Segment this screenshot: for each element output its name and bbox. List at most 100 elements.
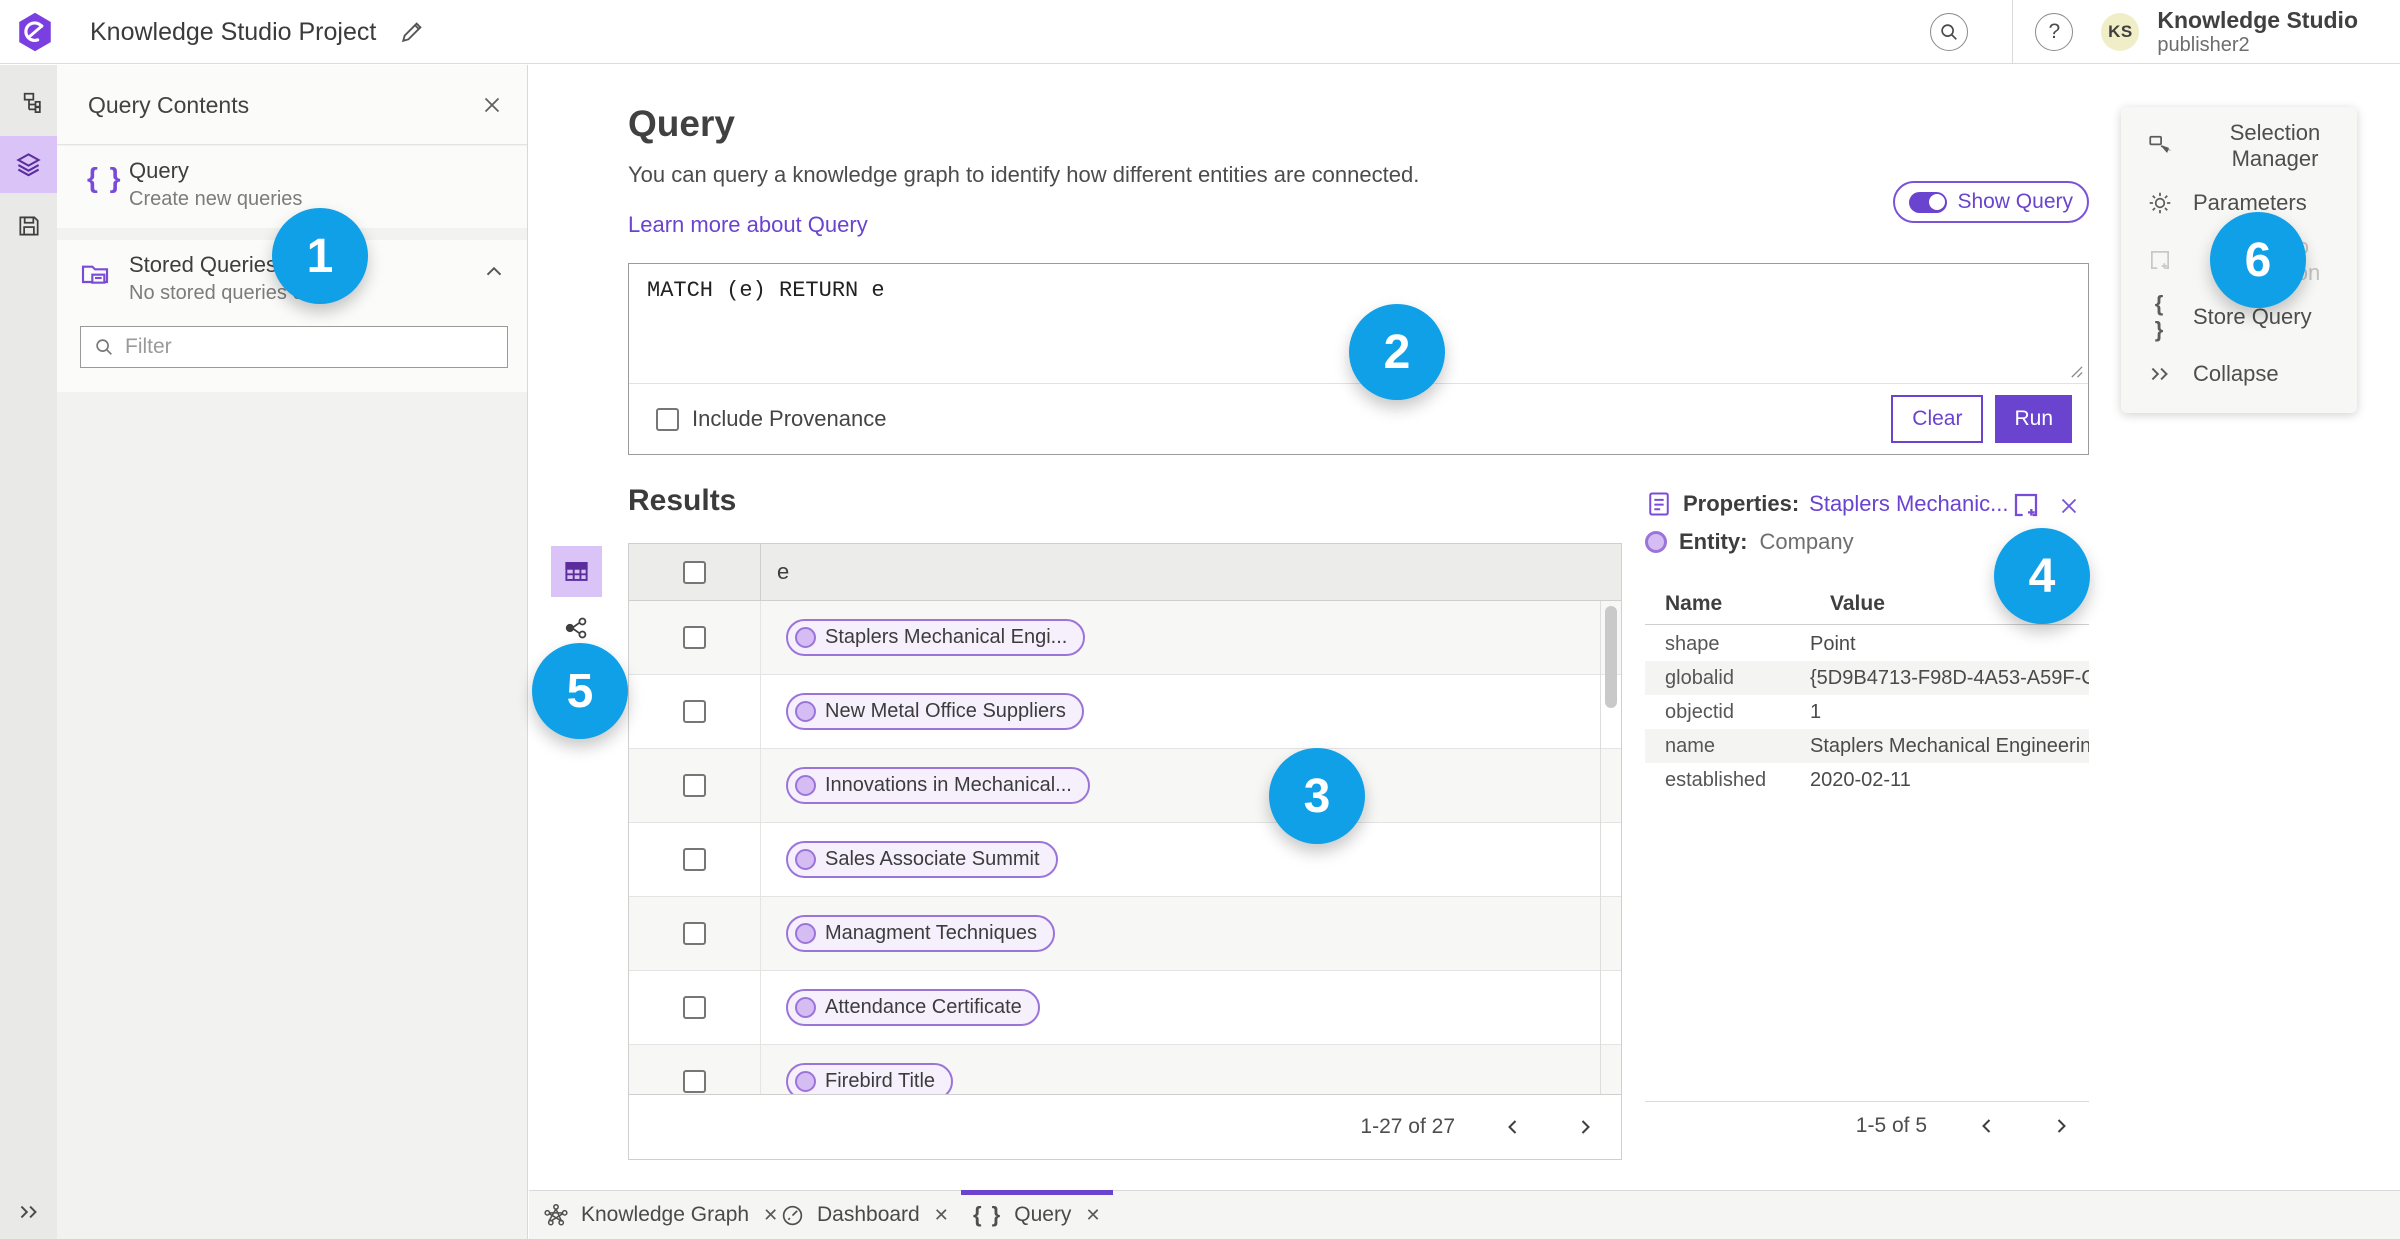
query-item-subtitle: Create new queries	[129, 188, 303, 210]
table-row[interactable]: Firebird Title	[629, 1045, 1621, 1094]
tab-label: Dashboard	[817, 1203, 920, 1226]
tab-knowledge-graph[interactable]: Knowledge Graph ✕	[531, 1191, 790, 1239]
panel-header: Query Contents	[57, 65, 527, 145]
properties-table: shape Point globalid {5D9B4713-F98D-4A53…	[1645, 627, 2089, 797]
braces-icon: { }	[973, 1202, 1003, 1227]
entity-type-value: Company	[1759, 529, 1854, 554]
table-row[interactable]: Staplers Mechanical Engi...	[629, 601, 1621, 675]
filter-field	[80, 326, 508, 368]
row-checkbox[interactable]	[683, 1070, 706, 1093]
user-name: publisher2	[2157, 33, 2250, 56]
filter-search-icon	[93, 336, 115, 358]
scrollbar-thumb[interactable]	[1605, 606, 1617, 708]
query-item-title: Query	[129, 158, 189, 183]
properties-next-page-button[interactable]	[2047, 1112, 2075, 1140]
query-description: You can query a knowledge graph to ident…	[628, 162, 1420, 187]
entity-dot-icon	[795, 701, 816, 722]
table-row[interactable]: Sales Associate Summit	[629, 823, 1621, 897]
help-icon: ?	[2048, 20, 2061, 43]
entity-pill[interactable]: Managment Techniques	[786, 915, 1055, 952]
selection-manager-item[interactable]: Selection Manager	[2121, 120, 2357, 171]
tab-close-icon[interactable]: ✕	[934, 1205, 949, 1226]
entity-pill[interactable]: Firebird Title	[786, 1063, 954, 1094]
panel-close-button[interactable]	[479, 91, 507, 119]
query-editor-footer: Include Provenance Clear Run	[629, 383, 2088, 454]
results-pagination: 1-27 of 27	[629, 1094, 1621, 1159]
entity-pill[interactable]: Attendance Certificate	[786, 989, 1040, 1026]
include-provenance-checkbox[interactable]	[656, 407, 679, 431]
pencil-icon	[401, 22, 422, 43]
entity-dot-icon	[795, 849, 816, 870]
entity-dot-icon	[795, 627, 816, 648]
results-next-page-button[interactable]	[1571, 1113, 1599, 1141]
row-checkbox[interactable]	[683, 700, 706, 723]
properties-close-button[interactable]	[2054, 491, 2084, 521]
add-to-selection-icon	[2014, 493, 2038, 517]
page-title: Query	[628, 103, 735, 144]
contents-rail-button[interactable]	[0, 136, 57, 193]
table-row[interactable]: New Metal Office Suppliers	[629, 675, 1621, 749]
user-block[interactable]: Knowledge Studio publisher2	[2157, 7, 2358, 56]
property-row[interactable]: shape Point	[1645, 627, 2089, 661]
properties-entity-link[interactable]: Staplers Mechanic...	[1809, 491, 2008, 517]
callout-badge-3: 3	[1269, 748, 1365, 844]
help-button[interactable]: ?	[2035, 13, 2074, 51]
tab-query[interactable]: { } Query ✕	[961, 1190, 1113, 1239]
property-row[interactable]: objectid 1	[1645, 695, 2089, 729]
entity-pill[interactable]: Innovations in Mechanical...	[786, 767, 1090, 804]
search-button[interactable]	[1930, 13, 1969, 51]
callout-badge-2: 2	[1349, 304, 1445, 400]
collapse-section-button[interactable]	[481, 258, 509, 286]
filter-input[interactable]	[125, 335, 495, 359]
tab-close-icon[interactable]: ✕	[1085, 1205, 1100, 1226]
row-checkbox[interactable]	[683, 922, 706, 945]
save-icon	[18, 215, 39, 236]
clear-button[interactable]: Clear	[1891, 395, 1984, 443]
results-scrollbar[interactable]	[1600, 601, 1621, 1094]
results-title: Results	[628, 484, 737, 517]
tab-dashboard[interactable]: Dashboard ✕	[768, 1191, 961, 1239]
close-icon	[2061, 498, 2077, 514]
row-checkbox[interactable]	[683, 996, 706, 1019]
project-title: Knowledge Studio Project	[90, 18, 377, 46]
table-row[interactable]: Innovations in Mechanical...	[629, 749, 1621, 823]
double-chevron-right-icon	[2147, 361, 2173, 387]
callout-badge-1: 1	[272, 208, 368, 304]
table-row[interactable]: Managment Techniques	[629, 897, 1621, 971]
tab-label: Query	[1014, 1203, 1072, 1226]
row-checkbox[interactable]	[683, 774, 706, 797]
stored-queries-title: Stored Queries	[129, 252, 277, 277]
dashboard-icon	[780, 1203, 805, 1228]
entity-pill[interactable]: New Metal Office Suppliers	[786, 693, 1084, 730]
results-table-header: e	[629, 544, 1621, 601]
learn-more-link[interactable]: Learn more about Query	[628, 212, 868, 238]
properties-prev-page-button[interactable]	[1973, 1112, 2001, 1140]
entity-pill[interactable]: Sales Associate Summit	[786, 841, 1058, 878]
select-all-checkbox[interactable]	[683, 560, 706, 584]
resize-handle[interactable]	[2069, 364, 2084, 379]
entity-pill[interactable]: Staplers Mechanical Engi...	[786, 619, 1086, 656]
property-row[interactable]: name Staplers Mechanical Engineering	[1645, 729, 2089, 763]
property-row[interactable]: established 2020-02-11	[1645, 763, 2089, 797]
add-to-selection-button[interactable]	[2010, 488, 2044, 522]
table-view-button[interactable]	[551, 546, 602, 597]
results-prev-page-button[interactable]	[1499, 1113, 1527, 1141]
data-model-rail-button[interactable]	[0, 75, 57, 132]
knowledge-graph-icon	[543, 1202, 569, 1228]
edit-title-button[interactable]	[398, 18, 426, 46]
row-checkbox[interactable]	[683, 848, 706, 871]
collapse-item[interactable]: Collapse	[2121, 349, 2357, 399]
row-checkbox[interactable]	[683, 626, 706, 649]
properties-pagination: 1-5 of 5	[1645, 1102, 2089, 1150]
app-logo-icon[interactable]	[14, 11, 56, 53]
property-row[interactable]: globalid {5D9B4713-F98D-4A53-A59F-C11...	[1645, 661, 2089, 695]
avatar[interactable]: KS	[2101, 13, 2140, 51]
show-query-toggle[interactable]: Show Query	[1893, 181, 2089, 223]
table-row[interactable]: Attendance Certificate	[629, 971, 1621, 1045]
save-rail-button[interactable]	[0, 197, 57, 254]
selection-manager-icon	[2147, 133, 2173, 159]
rail-collapse-button[interactable]	[0, 1199, 57, 1225]
callout-badge-6: 6	[2210, 212, 2306, 308]
run-button[interactable]: Run	[1995, 395, 2072, 443]
close-icon	[484, 97, 500, 113]
